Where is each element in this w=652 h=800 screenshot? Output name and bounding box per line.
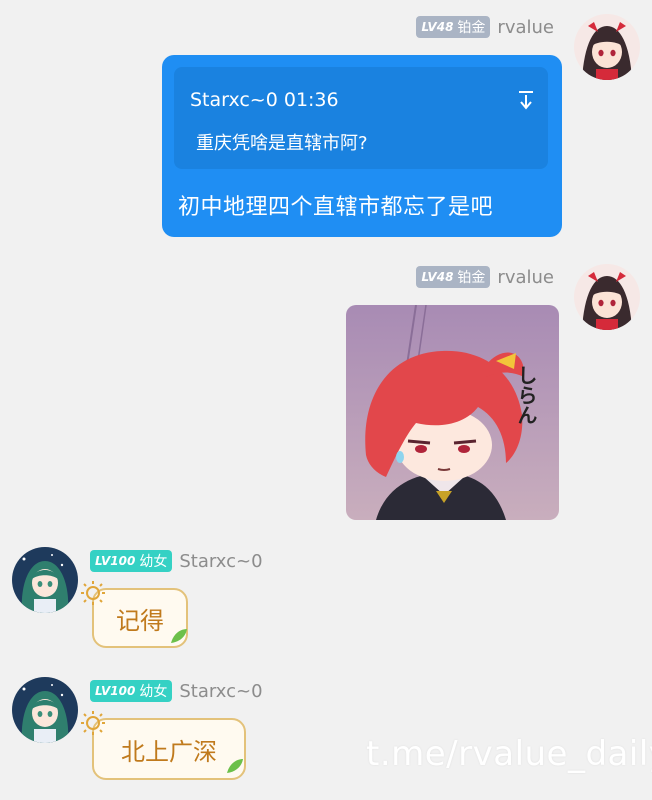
message-text: 初中地理四个直辖市都忘了是吧: [178, 195, 494, 220]
level-text: LV100: [95, 684, 136, 698]
avatar-starxc-1[interactable]: [12, 547, 78, 613]
sticker-image[interactable]: しらん: [346, 305, 559, 520]
title-text: 幼女: [139, 554, 168, 570]
sun-icon: [80, 710, 106, 736]
watermark: t.me/rvalue_daily: [366, 734, 652, 774]
sender-name[interactable]: Starxc~0: [179, 681, 262, 702]
avatar-starxc-2[interactable]: [12, 677, 78, 743]
sender-row-starxc-2: LV100 幼女 Starxc~0: [90, 678, 263, 704]
quote-text: 重庆凭啥是直辖市阿?: [196, 133, 368, 154]
sticker-text: しらん: [514, 365, 538, 425]
title-text: 铂金: [457, 20, 486, 36]
level-badge: LV100 幼女: [90, 680, 173, 702]
sender-row-starxc-1: LV100 幼女 Starxc~0: [90, 548, 263, 574]
quoted-message[interactable]: Starxc~0 01:36 重庆凭啥是直辖市阿?: [174, 67, 548, 169]
level-text: LV48: [421, 20, 454, 34]
sender-name[interactable]: rvalue: [497, 267, 554, 288]
message-bubble-4[interactable]: 北上广深: [92, 718, 246, 780]
avatar-rvalue-1[interactable]: [574, 14, 640, 80]
sender-row-rvalue-1: LV48 铂金 rvalue: [416, 14, 554, 40]
level-badge: LV48 铂金: [416, 266, 491, 288]
sender-row-rvalue-2: LV48 铂金 rvalue: [416, 264, 554, 290]
leaf-icon: [226, 758, 244, 774]
message-bubble-1[interactable]: Starxc~0 01:36 重庆凭啥是直辖市阿? 初中地理四个直辖市都忘了是吧: [162, 55, 562, 237]
sender-name[interactable]: Starxc~0: [179, 551, 262, 572]
level-badge: LV48 铂金: [416, 16, 491, 38]
leaf-icon: [170, 628, 188, 644]
sun-icon: [80, 580, 106, 606]
title-text: 幼女: [139, 684, 168, 700]
message-text: 北上广深: [121, 737, 217, 766]
arrow-down-to-line-icon[interactable]: [516, 89, 536, 111]
sender-name[interactable]: rvalue: [497, 17, 554, 38]
level-text: LV100: [95, 554, 136, 568]
avatar-rvalue-2[interactable]: [574, 264, 640, 330]
message-text: 记得: [116, 606, 164, 635]
level-text: LV48: [421, 270, 454, 284]
level-badge: LV100 幼女: [90, 550, 173, 572]
title-text: 铂金: [457, 270, 486, 286]
quote-header: Starxc~0 01:36: [190, 89, 339, 111]
